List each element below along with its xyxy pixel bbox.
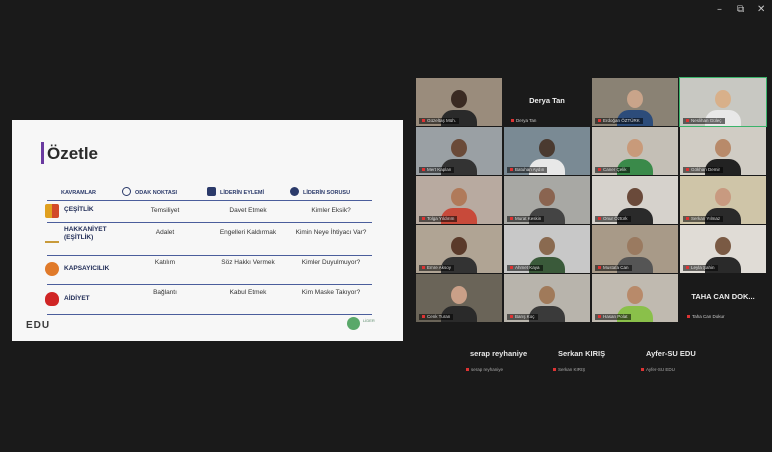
participant-name-tag: Serkan KIRIŞ — [553, 367, 585, 372]
question-cell: Kimler Duyulmuyor? — [301, 259, 361, 266]
participant-name-tag: Derya Tan — [508, 118, 539, 124]
people-icon — [207, 187, 216, 196]
participant-name[interactable]: Ayfer-SU EDU — [646, 349, 696, 358]
participant-name-tag: Leyla Şahin — [683, 265, 718, 271]
participant-video[interactable]: Güzeltaş Müh. — [416, 78, 502, 126]
participant-video[interactable]: Onur Öztürk — [592, 176, 678, 224]
question-cell: Kim Maske Takıyor? — [301, 289, 361, 296]
participant-name-tag: Batuhan Aydın — [507, 167, 548, 173]
edu-logo: EDU — [26, 320, 51, 331]
concept-cell: ÇEŞİTLİK — [64, 206, 94, 213]
close-icon[interactable]: ✕ — [757, 4, 765, 15]
concept-cell: KAPSAYICILIK — [64, 265, 110, 272]
participant-video[interactable]: Batuhan Aydın — [504, 127, 590, 175]
participant-video[interactable]: Erdoğan ÖZTÜRK — [592, 78, 678, 126]
participant-video[interactable]: Serkan Yılmaz — [680, 176, 766, 224]
participant-video[interactable]: Tolga Yıldırım — [416, 176, 502, 224]
action-cell: Davet Etmek — [229, 207, 267, 214]
participant-name-tag: Güzeltaş Müh. — [419, 118, 460, 124]
participant-name-tag: Hasan Polat — [595, 314, 631, 320]
participant-video[interactable]: Mustafa Can — [592, 225, 678, 273]
action-cell: Engelleri Kaldırmak — [219, 229, 277, 236]
participant-name[interactable]: Serkan KIRIŞ — [558, 349, 605, 358]
participant-name-tag: Mustafa Can — [595, 265, 632, 271]
participant-name: Derya Tan — [529, 96, 565, 105]
diversity-icon — [45, 204, 59, 218]
question-cell: Kimin Neye İhtiyacı Var? — [295, 229, 367, 236]
participant-name-tag: Emre Aksoy — [419, 265, 455, 271]
focus-cell: Katılım — [154, 259, 176, 266]
restore-icon[interactable]: ⧉ — [737, 4, 744, 15]
minimize-icon[interactable]: – — [717, 4, 722, 15]
participant-name[interactable]: serap reyhaniye — [470, 349, 527, 358]
focus-cell: Adalet — [155, 229, 175, 236]
action-cell: Söz Hakkı Vermek — [221, 259, 275, 266]
focus-cell: Bağlantı — [153, 289, 177, 296]
lider-logo-icon — [347, 317, 360, 330]
participant-name-tag: Neslihan Güleç — [683, 118, 725, 124]
concept-cell: HAKKANİYET (EŞİTLİK) — [64, 226, 107, 241]
participant-name-tag: Serkan Yılmaz — [683, 216, 724, 222]
participant-name-tag: Caner Çelik — [595, 167, 630, 173]
inclusion-icon — [45, 262, 59, 276]
participant-video[interactable]: Barış Koç — [504, 274, 590, 322]
meeting-window: – ⧉ ✕ Özetle KAVRAMLAR ODAK NOKTASI LİDE… — [0, 0, 772, 452]
participant-video[interactable]: Cenk Turan — [416, 274, 502, 322]
header-question: LİDERİN SORUSU — [303, 190, 351, 196]
title-accent-bar — [41, 142, 44, 164]
participant-name-tag: Barış Koç — [507, 314, 538, 320]
action-cell: Kabul Etmek — [229, 289, 267, 296]
participant-name-tag: Cenk Turan — [419, 314, 454, 320]
focus-cell: Temsiliyet — [150, 207, 180, 214]
shared-slide: Özetle KAVRAMLAR ODAK NOKTASI LİDERİN EY… — [12, 120, 403, 341]
active-speaker-video[interactable]: Neslihan Güleç — [679, 77, 767, 127]
concept-cell: AİDİYET — [64, 295, 90, 302]
participant-video[interactable]: Emre Aksoy — [416, 225, 502, 273]
heart-icon — [45, 292, 59, 306]
slide-title: Özetle — [47, 144, 99, 163]
lider-logo-text: LİDER — [363, 318, 375, 323]
participant-name: TAHA CAN DOK... — [691, 292, 755, 301]
row-divider — [47, 200, 372, 201]
participant-name-tag: Ahmet Kaya — [507, 265, 543, 271]
participant-video[interactable]: Ahmet Kaya — [504, 225, 590, 273]
header-focus: ODAK NOKTASI — [135, 190, 178, 196]
target-icon — [122, 187, 131, 196]
participant-name-tag: Mert Kaplan — [419, 167, 455, 173]
participant-name-tag: serap reyhaniye — [466, 367, 503, 372]
participant-name-tag: Ayfer-SU EDU — [641, 367, 675, 372]
participant-name-tile[interactable]: Derya Tan Derya Tan — [504, 78, 590, 126]
row-divider — [47, 222, 372, 223]
participant-video[interactable]: Gökhan Demir — [680, 127, 766, 175]
header-action: LİDERİN EYLEMİ — [220, 190, 265, 196]
participant-name-tag: Murat Keskin — [507, 216, 545, 222]
row-divider — [47, 284, 372, 285]
participant-video[interactable]: Mert Kaplan — [416, 127, 502, 175]
header-concepts: KAVRAMLAR — [61, 190, 97, 196]
scales-icon — [45, 231, 59, 243]
participant-video[interactable]: Murat Keskin — [504, 176, 590, 224]
participant-name-tag: Onur Öztürk — [595, 216, 631, 222]
participant-name-tag: Erdoğan ÖZTÜRK — [595, 118, 643, 124]
participant-video[interactable]: Hasan Polat — [592, 274, 678, 322]
participant-name-tile[interactable]: TAHA CAN DOK... Taha Can Dokur — [680, 274, 766, 322]
row-divider — [47, 255, 372, 256]
speech-bubble-icon — [290, 187, 299, 196]
participant-name-tag: Taha Can Dokur — [684, 314, 728, 320]
row-divider — [47, 314, 372, 315]
participant-video[interactable]: Caner Çelik — [592, 127, 678, 175]
participant-name-tag: Gökhan Demir — [683, 167, 724, 173]
participant-video[interactable]: Leyla Şahin — [680, 225, 766, 273]
participant-name-tag: Tolga Yıldırım — [419, 216, 458, 222]
question-cell: Kimler Eksik? — [311, 207, 351, 214]
